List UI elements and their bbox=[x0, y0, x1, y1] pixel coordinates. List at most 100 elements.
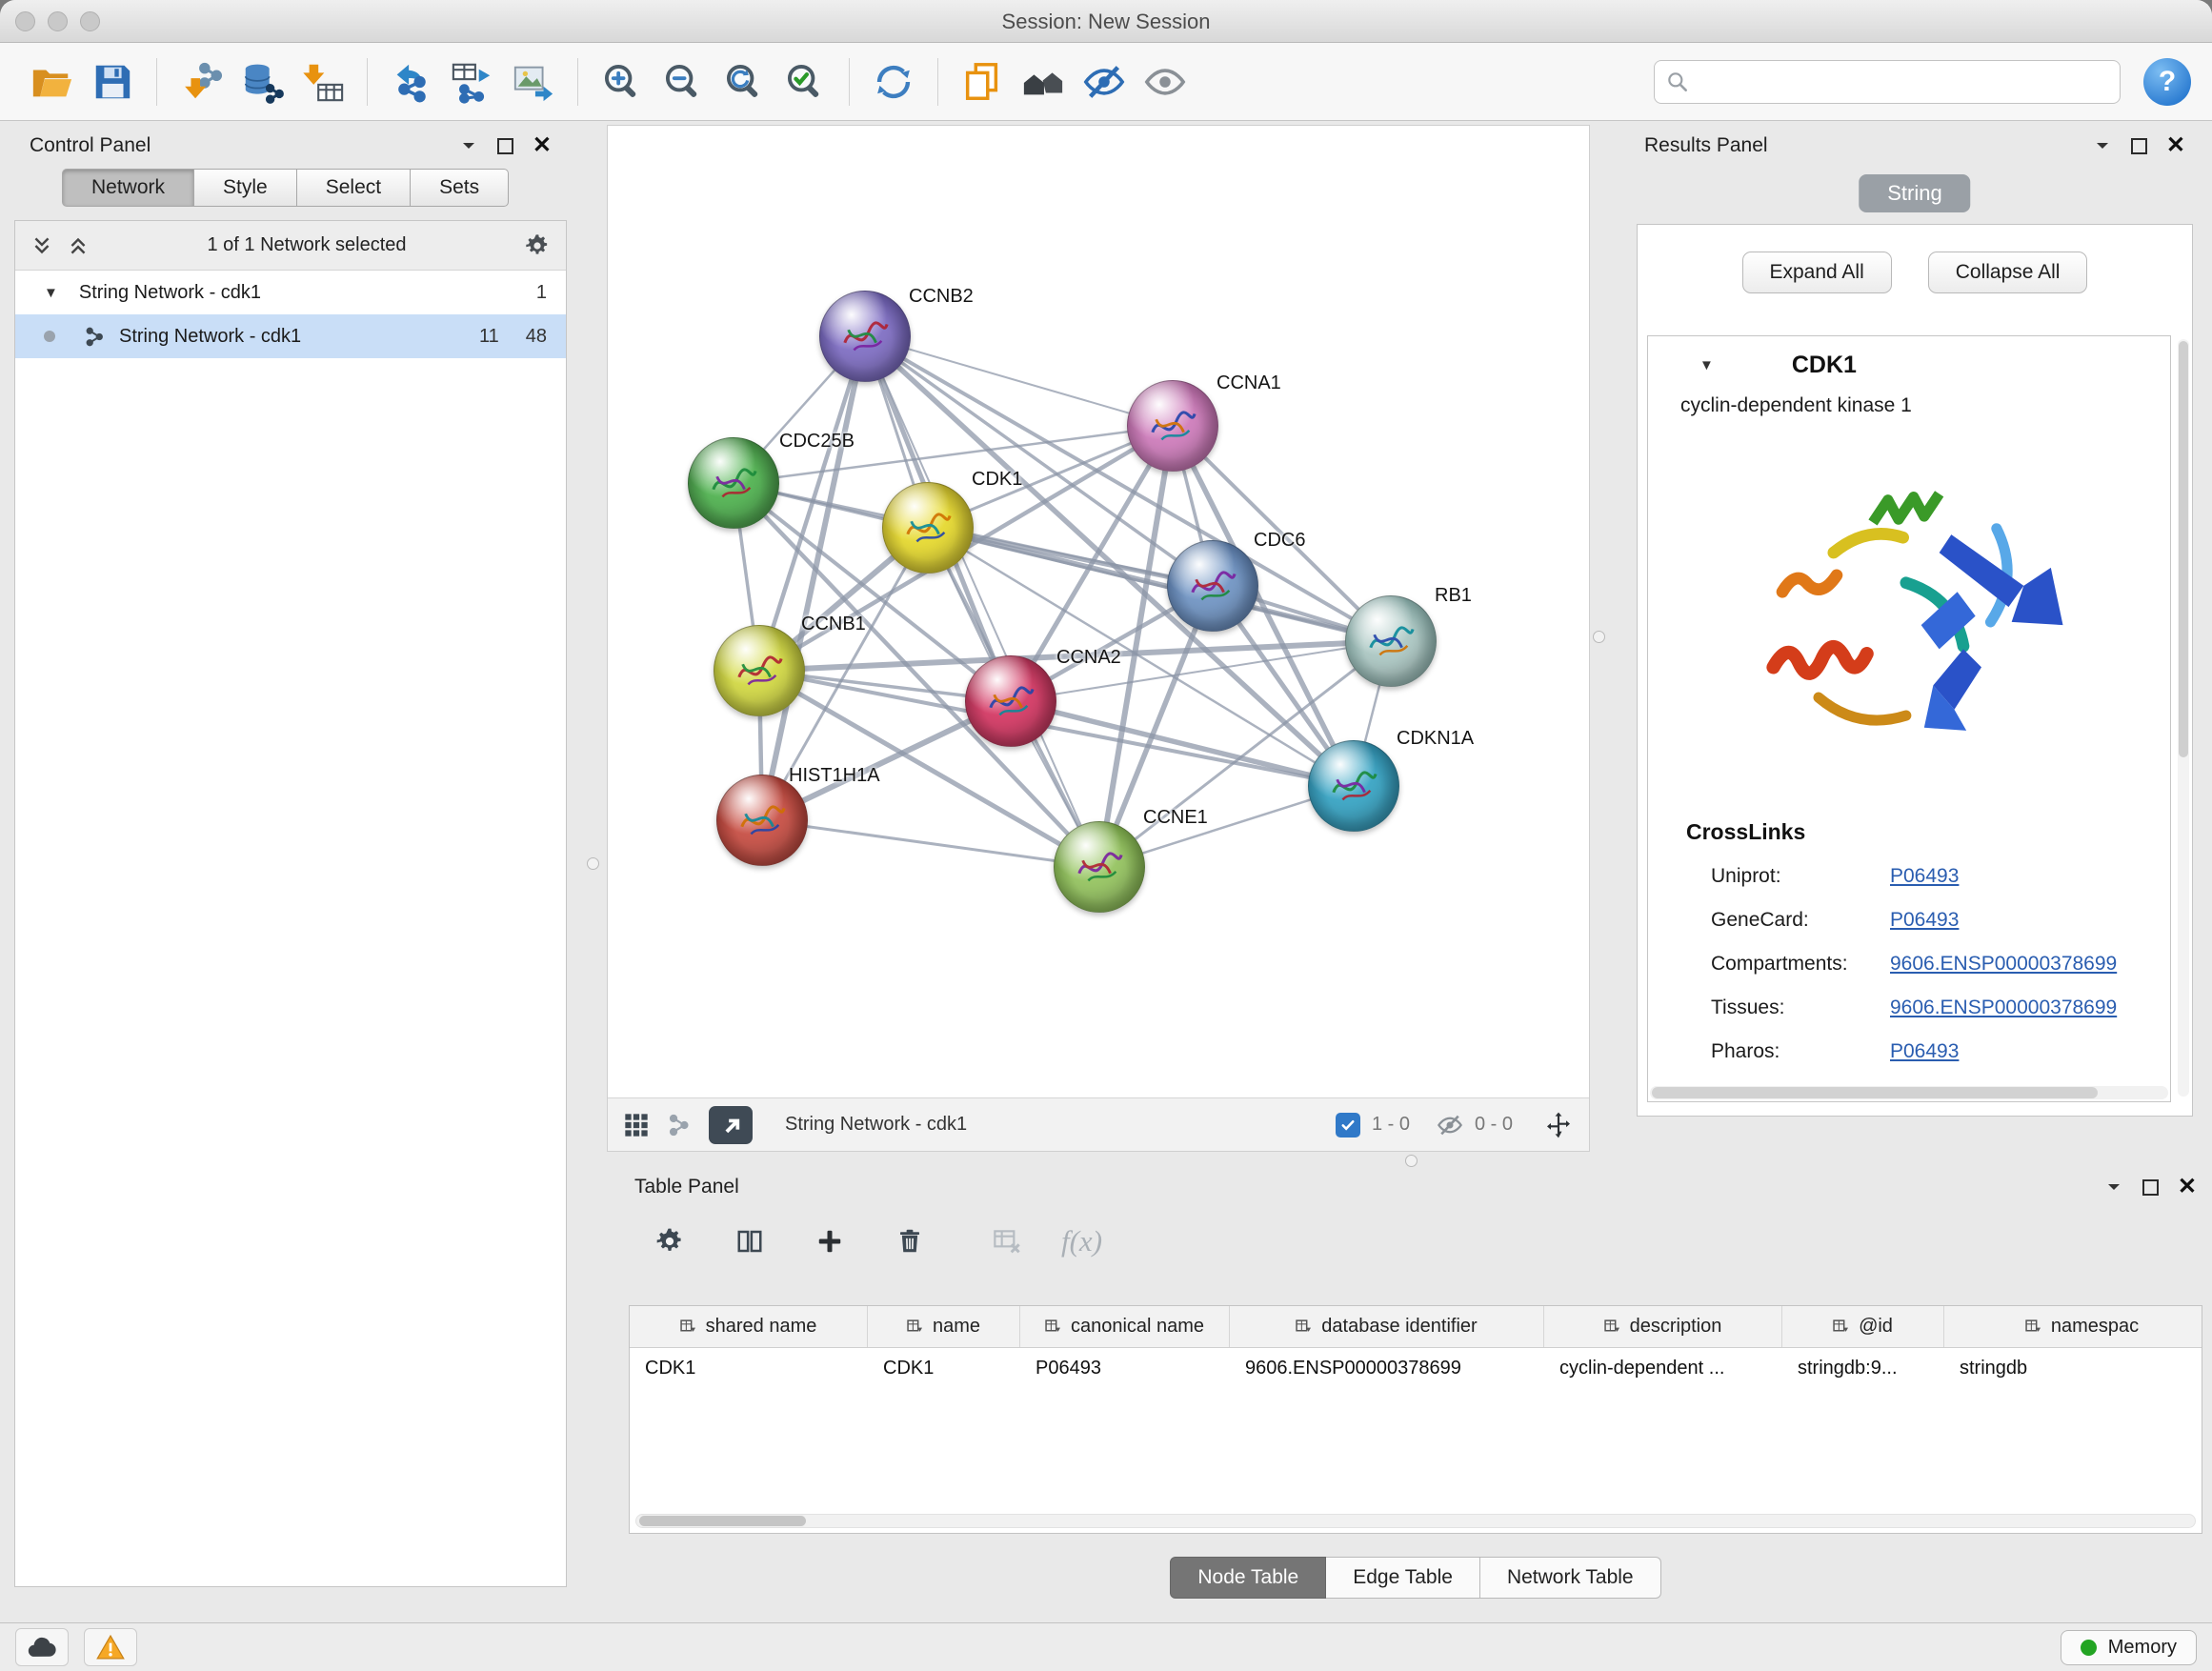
network-table-button[interactable] bbox=[442, 51, 503, 112]
crosslink-link[interactable]: P06493 bbox=[1890, 909, 1959, 932]
vertical-scrollbar[interactable] bbox=[2178, 339, 2189, 1097]
protein-entry-header[interactable]: ▼ CDK1 bbox=[1648, 336, 2170, 385]
documents-button[interactable] bbox=[952, 51, 1013, 112]
window-minimize-button[interactable] bbox=[48, 11, 68, 31]
import-database-button[interactable] bbox=[231, 51, 292, 112]
hidden-eye-icon[interactable] bbox=[1437, 1112, 1463, 1138]
chevron-down-icon[interactable] bbox=[459, 136, 478, 155]
network-back-button[interactable] bbox=[381, 51, 442, 112]
node-CDKN1A[interactable] bbox=[1308, 740, 1399, 832]
node-CDC25B[interactable] bbox=[688, 437, 779, 529]
warning-button[interactable] bbox=[84, 1628, 137, 1666]
scrollbar-thumb[interactable] bbox=[1652, 1087, 2098, 1098]
refresh-button[interactable] bbox=[863, 51, 924, 112]
edge-HIST1H1A-CCNE1[interactable] bbox=[762, 820, 1099, 867]
tab-style[interactable]: Style bbox=[194, 169, 297, 207]
chevron-down-icon[interactable] bbox=[2104, 1178, 2123, 1197]
zoom-fit-button[interactable] bbox=[714, 51, 774, 112]
node-CCNA1[interactable] bbox=[1127, 380, 1218, 472]
edge-CCNB2-HIST1H1A[interactable] bbox=[762, 336, 865, 820]
delete-column-trash-icon[interactable] bbox=[884, 1218, 935, 1265]
float-window-icon[interactable] bbox=[2131, 138, 2147, 154]
tab-string[interactable]: String bbox=[1859, 174, 1970, 212]
expand-all-icon[interactable] bbox=[30, 234, 53, 257]
chevron-down-icon[interactable] bbox=[2093, 136, 2112, 155]
tab-sets[interactable]: Sets bbox=[411, 169, 509, 207]
close-icon[interactable]: ✕ bbox=[2178, 1176, 2197, 1198]
edge-CDK1-RB1[interactable] bbox=[928, 528, 1391, 641]
float-window-icon[interactable] bbox=[2142, 1179, 2159, 1196]
import-network-button[interactable] bbox=[171, 51, 231, 112]
import-database-icon bbox=[240, 60, 284, 104]
network-collection-row[interactable]: ▼ String Network - cdk1 1 bbox=[15, 271, 566, 314]
open-button[interactable] bbox=[21, 51, 82, 112]
close-icon[interactable]: ✕ bbox=[2166, 134, 2185, 157]
column-header-database-identifier[interactable]: database identifier bbox=[1230, 1306, 1544, 1347]
tab-network-table[interactable]: Network Table bbox=[1480, 1557, 1661, 1599]
help-button[interactable]: ? bbox=[2143, 58, 2191, 106]
table-horizontal-scrollbar[interactable] bbox=[635, 1514, 2196, 1528]
network-mode-icon[interactable] bbox=[667, 1113, 692, 1137]
table-settings-gear-icon[interactable] bbox=[644, 1218, 695, 1265]
crosslink-link[interactable]: 9606.ENSP00000378699 bbox=[1890, 953, 2117, 976]
network-row[interactable]: String Network - cdk1 11 48 bbox=[15, 314, 566, 358]
grid-mode-icon[interactable] bbox=[623, 1112, 650, 1138]
edge-CCNB2-CCNE1[interactable] bbox=[865, 336, 1099, 867]
window-zoom-button[interactable] bbox=[80, 11, 100, 31]
splitter-handle[interactable] bbox=[587, 857, 599, 870]
import-table-button[interactable] bbox=[292, 51, 353, 112]
table-row[interactable]: CDK1CDK1P064939606.ENSP00000378699cyclin… bbox=[630, 1348, 2202, 1388]
gear-icon[interactable] bbox=[524, 232, 551, 259]
horizontal-scrollbar[interactable] bbox=[1650, 1086, 2168, 1099]
show-columns-icon[interactable] bbox=[724, 1218, 775, 1265]
node-CCNB2[interactable] bbox=[819, 291, 911, 382]
tab-edge-table[interactable]: Edge Table bbox=[1326, 1557, 1480, 1599]
column-header-namespac[interactable]: namespac bbox=[1944, 1306, 2202, 1347]
collapse-all-button[interactable]: Collapse All bbox=[1928, 252, 2088, 293]
scrollbar-thumb[interactable] bbox=[639, 1516, 806, 1526]
node-CCNB1[interactable] bbox=[714, 625, 805, 716]
column-header-description[interactable]: description bbox=[1544, 1306, 1782, 1347]
float-window-icon[interactable] bbox=[497, 138, 513, 154]
birds-eye-view-button[interactable] bbox=[709, 1106, 753, 1144]
column-header-name[interactable]: name bbox=[868, 1306, 1020, 1347]
export-image-button[interactable] bbox=[503, 51, 564, 112]
tab-select[interactable]: Select bbox=[297, 169, 411, 207]
crosslink-link[interactable]: P06493 bbox=[1890, 1040, 1959, 1063]
scrollbar-thumb[interactable] bbox=[2179, 341, 2188, 757]
close-icon[interactable]: ✕ bbox=[533, 134, 552, 157]
node-HIST1H1A[interactable] bbox=[716, 775, 808, 866]
home-button[interactable] bbox=[1013, 51, 1074, 112]
cloud-button[interactable] bbox=[15, 1628, 69, 1666]
zoom-out-button[interactable] bbox=[653, 51, 714, 112]
disclosure-triangle-icon[interactable]: ▼ bbox=[1699, 357, 1714, 373]
node-RB1[interactable] bbox=[1345, 595, 1437, 687]
tab-node-table[interactable]: Node Table bbox=[1170, 1557, 1326, 1599]
move-icon[interactable] bbox=[1543, 1110, 1574, 1140]
zoom-in-button[interactable] bbox=[592, 51, 653, 112]
tab-network[interactable]: Network bbox=[62, 169, 194, 207]
disclosure-triangle-icon[interactable]: ▼ bbox=[44, 285, 58, 301]
search-input[interactable] bbox=[1654, 60, 2121, 104]
column-header--id[interactable]: @id bbox=[1782, 1306, 1944, 1347]
crosslink-link[interactable]: 9606.ENSP00000378699 bbox=[1890, 997, 2117, 1019]
selected-checkbox-icon[interactable] bbox=[1336, 1113, 1360, 1137]
node-CCNA2[interactable] bbox=[965, 655, 1056, 747]
window-close-button[interactable] bbox=[15, 11, 35, 31]
column-header-canonical-name[interactable]: canonical name bbox=[1020, 1306, 1230, 1347]
node-CDK1[interactable] bbox=[882, 482, 974, 574]
column-header-shared-name[interactable]: shared name bbox=[630, 1306, 868, 1347]
save-button[interactable] bbox=[82, 51, 143, 112]
zoom-selected-button[interactable] bbox=[774, 51, 835, 112]
memory-button[interactable]: Memory bbox=[2061, 1630, 2197, 1665]
network-canvas[interactable]: CCNB2CCNA1CDC25BCDK1CDC6RB1CCNB1CCNA2CDK… bbox=[608, 126, 1589, 1097]
expand-all-button[interactable]: Expand All bbox=[1742, 252, 1892, 293]
splitter-handle[interactable] bbox=[1593, 631, 1605, 643]
node-CCNE1[interactable] bbox=[1054, 821, 1145, 913]
collapse-all-icon[interactable] bbox=[67, 234, 90, 257]
node-CDC6[interactable] bbox=[1167, 540, 1258, 632]
hide-panel-button[interactable] bbox=[1074, 51, 1135, 112]
crosslink-link[interactable]: P06493 bbox=[1890, 865, 1959, 888]
show-panel-button[interactable] bbox=[1135, 51, 1196, 112]
add-column-icon[interactable] bbox=[804, 1218, 855, 1265]
